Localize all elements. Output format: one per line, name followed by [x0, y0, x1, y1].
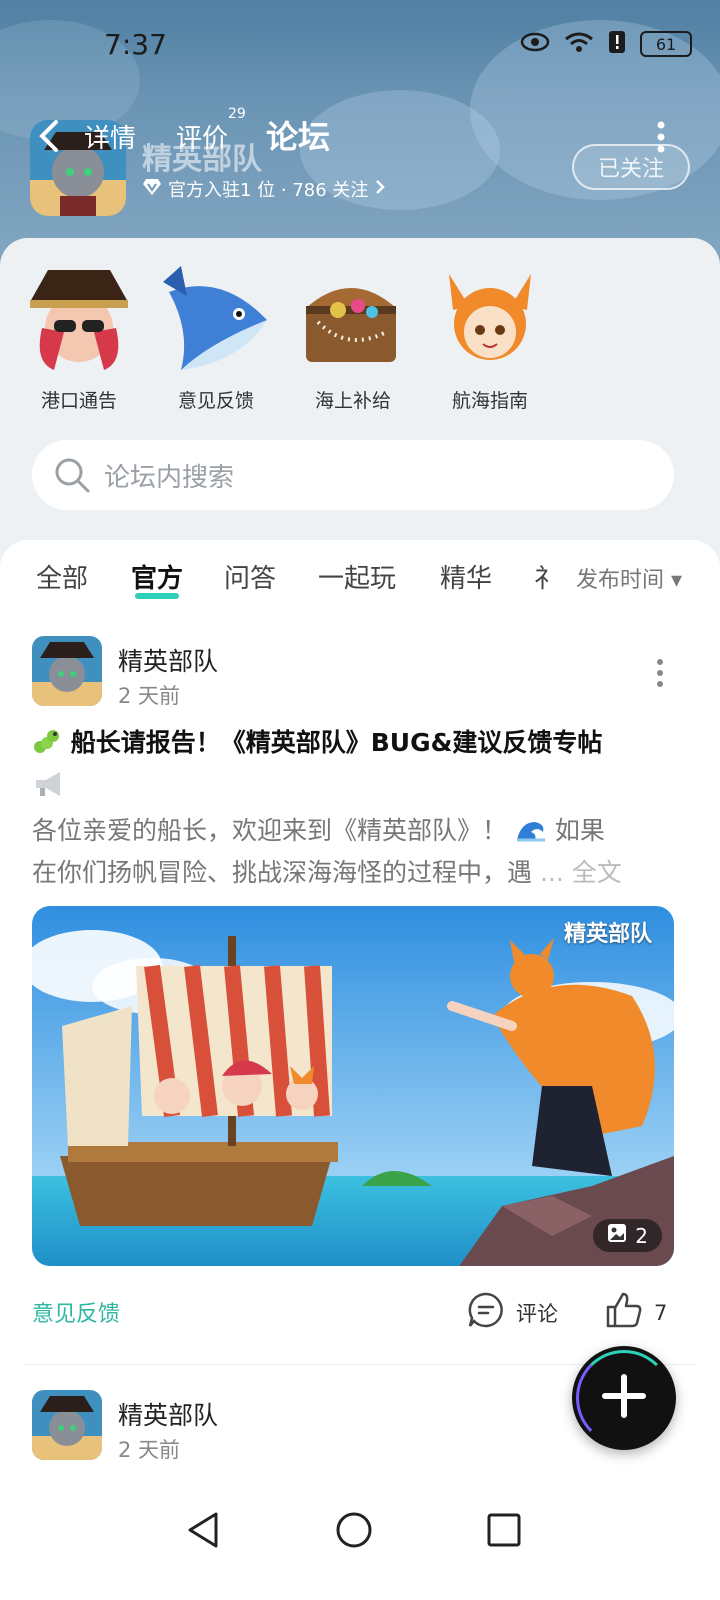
like-button[interactable]: 7: [604, 1290, 667, 1335]
filter-tab-all[interactable]: 全部: [36, 558, 88, 595]
more-options-icon[interactable]: [656, 120, 666, 154]
filter-tab-overflow[interactable]: 礻: [534, 558, 560, 595]
post-time: 2 天前: [118, 1438, 181, 1462]
tab-detail[interactable]: 详情: [84, 118, 136, 155]
board-label: 港口通告: [40, 390, 117, 412]
status-bar: 7:37 61: [0, 0, 720, 100]
board-thumb: [435, 262, 545, 372]
app-meta[interactable]: 官方入驻1 位 · 786 关注: [142, 176, 386, 202]
image-count-badge: 2: [593, 1219, 662, 1252]
board-label: 航海指南: [451, 390, 528, 412]
plus-icon: [599, 1371, 649, 1425]
filter-tab-qa[interactable]: 问答: [224, 558, 276, 595]
wave-emoji-icon: [515, 815, 547, 843]
board-port-notice[interactable]: 港口通告: [24, 262, 134, 413]
app-meta-text: 官方入驻1 位 · 786 关注: [168, 180, 369, 201]
post-time: 2 天前: [118, 684, 181, 708]
nav-home-icon[interactable]: [334, 1510, 374, 1554]
post-author[interactable]: 精英部队: [118, 642, 218, 678]
excerpt-line1: 各位亲爱的船长，欢迎来到《精英部队》！: [32, 816, 508, 845]
nav-back-icon[interactable]: [184, 1510, 224, 1554]
board-guide[interactable]: 航海指南: [435, 262, 545, 413]
filter-tab-featured[interactable]: 精华: [440, 558, 492, 595]
post-author[interactable]: 精英部队: [118, 1396, 218, 1432]
filter-tab-play-together[interactable]: 一起玩: [318, 558, 396, 595]
top-nav: 详情 评价 29 论坛: [0, 106, 720, 168]
status-time: 7:37: [104, 28, 167, 61]
forum-search[interactable]: 论坛内搜索: [32, 440, 674, 510]
board-section: 港口通告 意见反馈 海上补给 航海指南 论坛内搜索: [0, 238, 720, 568]
comment-label: 评论: [516, 1301, 558, 1326]
sort-dropdown[interactable]: 发布时间 ▾: [565, 562, 682, 594]
post-excerpt[interactable]: 各位亲爱的船长，欢迎来到《精英部队》！ 如果 在你们扬帆冒险、挑战深海海怪的过程…: [32, 810, 682, 894]
like-count: 7: [654, 1300, 668, 1325]
filter-tabs: 全部 官方 问答 一起玩 精华 礻 发布时间 ▾: [0, 540, 720, 610]
tab-forum[interactable]: 论坛: [266, 112, 330, 158]
excerpt-line1-tail: 如果: [554, 816, 605, 845]
board-feedback[interactable]: 意见反馈: [161, 262, 271, 413]
excerpt-line2: 在你们扬帆冒险、挑战深海海怪的过程中，遇: [32, 858, 533, 887]
tab-review[interactable]: 评价: [176, 118, 228, 155]
battery-indicator: 61: [640, 31, 692, 57]
caterpillar-emoji-icon: [32, 725, 62, 755]
post-title-text: 船长请报告！《精英部队》BUG&建议反馈专帖: [70, 728, 603, 757]
review-count-badge: 29: [228, 106, 246, 122]
wifi-icon: [564, 31, 594, 57]
back-icon[interactable]: [34, 116, 68, 156]
system-nav-bar: [0, 1490, 720, 1600]
post-title[interactable]: 船长请报告！《精英部队》BUG&建议反馈专帖: [32, 722, 682, 806]
board-thumb: [298, 262, 408, 372]
sim-alert-icon: [608, 30, 626, 58]
board-label: 海上补给: [314, 390, 391, 412]
thumbs-up-icon: [604, 1290, 644, 1335]
avatar[interactable]: [32, 636, 102, 706]
post-image[interactable]: 精英部队 2: [32, 906, 674, 1266]
board-label: 意见反馈: [177, 390, 254, 412]
board-supply[interactable]: 海上补给: [298, 262, 408, 413]
nav-recents-icon[interactable]: [484, 1510, 524, 1554]
search-icon: [52, 455, 92, 495]
post-more-icon[interactable]: [656, 658, 664, 688]
create-post-button[interactable]: [572, 1346, 676, 1450]
sort-label: 发布时间: [575, 568, 664, 593]
board-thumb: [161, 262, 271, 372]
search-input[interactable]: 论坛内搜索: [104, 457, 234, 494]
caret-down-icon: ▾: [670, 568, 682, 593]
image-icon: [607, 1223, 627, 1248]
megaphone-emoji-icon: [32, 769, 66, 799]
eye-icon: [520, 32, 550, 56]
board-thumb: [24, 262, 134, 372]
comment-icon: [466, 1290, 506, 1335]
comment-button[interactable]: 评论: [466, 1290, 558, 1335]
chevron-right-icon: [374, 178, 386, 201]
image-count: 2: [635, 1223, 648, 1248]
post-tag[interactable]: 意见反馈: [32, 1296, 120, 1328]
avatar[interactable]: [32, 1390, 102, 1460]
diamond-icon: [142, 178, 162, 201]
image-watermark: 精英部队: [563, 922, 652, 947]
filter-tab-official[interactable]: 官方: [131, 558, 183, 599]
read-more-link[interactable]: ... 全文: [540, 858, 622, 887]
